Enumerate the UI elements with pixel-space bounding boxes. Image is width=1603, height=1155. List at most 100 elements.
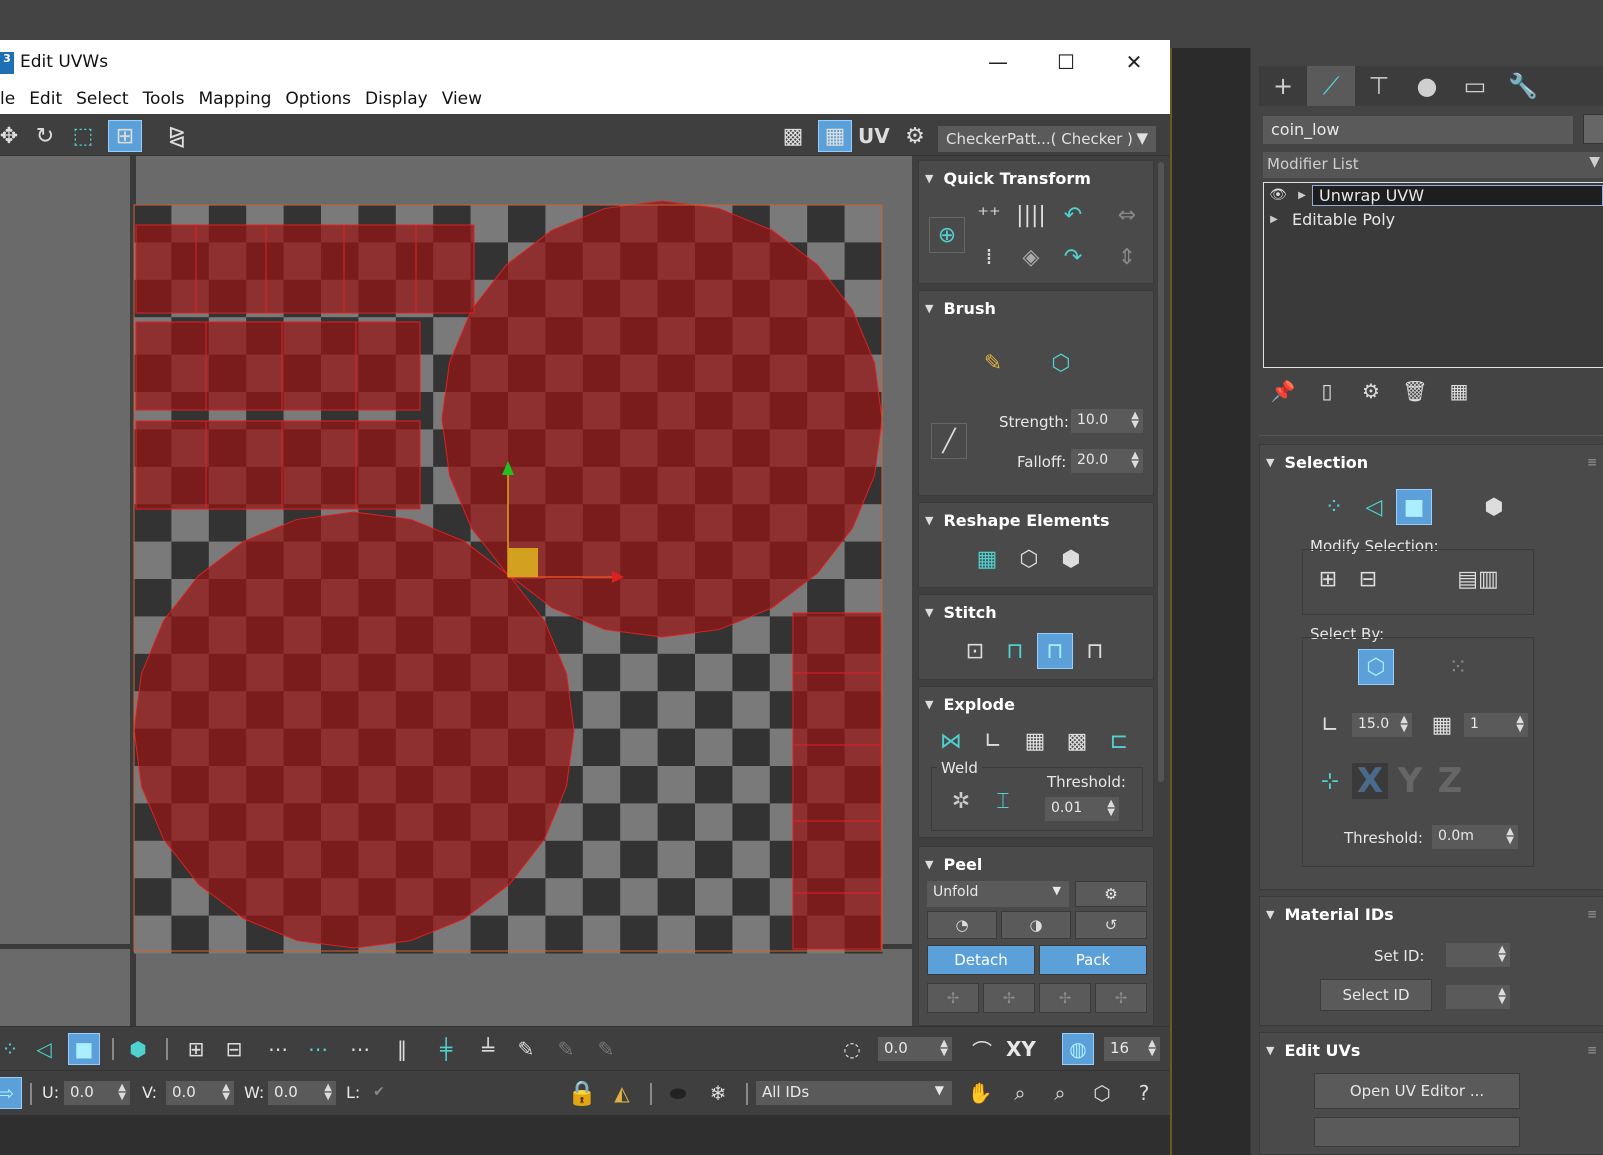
straighten-selection-icon[interactable]: ▦ (969, 541, 1005, 577)
stitch-custom-icon[interactable]: ⊡ (957, 633, 993, 669)
vertex-select-icon[interactable]: ⁘ (1316, 489, 1352, 525)
move-icon[interactable]: ✥ (0, 120, 26, 152)
paint-select-icon[interactable]: ✎ (510, 1033, 542, 1065)
relax-icon[interactable]: ⬡ (1011, 541, 1047, 577)
y-axis-button[interactable]: Y (1392, 761, 1428, 801)
uv-canvas-svg[interactable] (0, 156, 912, 1026)
spinner-arrows-icon[interactable]: ▲ ▼ (1400, 715, 1408, 734)
peel-mode-dropdown[interactable]: Unfold ▼ (927, 881, 1069, 907)
spinner-arrows-icon[interactable]: ▲ ▼ (1516, 715, 1524, 734)
z-axis-button[interactable]: Z (1432, 761, 1468, 801)
paint-move-icon[interactable]: ✎ (975, 345, 1011, 381)
face-mode-icon[interactable]: ■ (68, 1033, 100, 1065)
scale-icon[interactable]: ⬚ (66, 120, 100, 152)
absolute-mode-icon[interactable]: ⇨ (0, 1077, 22, 1109)
stitch-average-icon[interactable]: ⊓ (1037, 633, 1073, 669)
checker-settings-icon[interactable]: ⚙ (898, 120, 932, 152)
flatten-by-material-icon[interactable]: ▩ (1059, 723, 1095, 759)
close-icon[interactable]: ✕ (1114, 46, 1154, 78)
spinner-arrows-icon[interactable]: ▲ ▼ (1131, 451, 1139, 470)
checker-map-icon[interactable]: ▦ (818, 120, 852, 152)
shrink-icon[interactable]: ⊟ (218, 1033, 250, 1065)
spinner-arrows-icon[interactable]: ▲ ▼ (324, 1083, 332, 1102)
pan-icon[interactable]: ✋ (964, 1077, 996, 1109)
checker-pattern-dropdown[interactable]: CheckerPatt...( Checker ) ▼ (938, 126, 1156, 152)
auto-pin-icon[interactable]: ✢ (1039, 983, 1091, 1013)
loop-shrink-icon[interactable]: ⋯ (344, 1033, 376, 1065)
falloff-curve-icon[interactable]: ⌒ (966, 1033, 998, 1065)
rotate-cw-icon[interactable]: ↷ (1055, 239, 1091, 275)
peel-mode-icon[interactable]: ◑ (1001, 911, 1071, 939)
unpin-icon[interactable]: ✢ (983, 983, 1035, 1013)
spinner-arrows-icon[interactable]: ▲ ▼ (1148, 1039, 1156, 1058)
modify-tab-icon[interactable]: ⟋ (1307, 66, 1355, 106)
break-icon[interactable]: ⋈ (933, 723, 969, 759)
ring-icon[interactable]: ‖ (386, 1033, 418, 1065)
threshold-spinner[interactable]: 0.0m ▲ ▼ (1432, 825, 1518, 849)
maximize-icon[interactable]: ☐ (1046, 46, 1086, 78)
soft-select-icon[interactable]: ◌ (836, 1033, 868, 1065)
ring-loop-icon[interactable]: ▤▥ (1440, 561, 1516, 597)
display-tab-icon[interactable]: ▭ (1451, 66, 1499, 106)
make-unique-icon[interactable]: ⚙ (1353, 376, 1389, 406)
edit-uvs-secondary-button[interactable] (1314, 1117, 1520, 1147)
ids-dropdown[interactable]: All IDs ▼ (756, 1081, 952, 1105)
create-tab-icon[interactable]: + (1259, 66, 1307, 106)
spinner-arrows-icon[interactable]: ▲ ▼ (1498, 987, 1506, 1006)
spinner-arrows-icon[interactable]: ▲ ▼ (222, 1083, 230, 1102)
u-field[interactable]: 0.0 ▲ ▼ (64, 1081, 130, 1105)
peel-header[interactable]: ▼ Peel (919, 847, 1153, 881)
grow-selection-icon[interactable]: ⊞ (1310, 561, 1346, 597)
loop-icon[interactable]: ⋯ (262, 1033, 294, 1065)
zoom-region-icon[interactable]: ⌕ (1044, 1077, 1076, 1109)
modifier-list-dropdown[interactable]: Modifier List ▼ (1263, 152, 1603, 178)
count-spinner[interactable]: 1 ▲ ▼ (1464, 713, 1528, 737)
detach-edge-icon[interactable]: ⊏ (1101, 723, 1137, 759)
freeze-icon[interactable]: ❄ (702, 1077, 734, 1109)
spinner-arrows-icon[interactable]: ▲ ▼ (1506, 827, 1514, 846)
utilities-tab-icon[interactable]: 🔧 (1499, 66, 1547, 106)
peel-settings-icon[interactable]: ⚙ (1075, 881, 1147, 907)
show-end-result-icon[interactable]: ▯ (1309, 376, 1345, 406)
expand-arrow-icon[interactable]: ▶ (1264, 214, 1284, 225)
select-by-element-icon[interactable]: ⬡ (1358, 649, 1394, 685)
w-field[interactable]: 0.0 ▲ ▼ (268, 1081, 336, 1105)
object-color-swatch[interactable] (1583, 114, 1603, 144)
rotate-ccw-icon[interactable]: ↶ (1055, 197, 1091, 233)
brush-header[interactable]: ▼ Brush (919, 291, 1153, 325)
straighten-icon[interactable]: ◈ (1013, 239, 1049, 275)
set-id-spinner[interactable]: ▲ ▼ (1446, 943, 1510, 967)
pack-button[interactable]: Pack (1039, 945, 1147, 975)
zoom-icon[interactable]: ⌕ (1004, 1077, 1036, 1109)
motion-tab-icon[interactable]: ● (1403, 66, 1451, 106)
element-mode-icon[interactable]: ⬢ (122, 1033, 154, 1065)
quick-transform-header[interactable]: ▼ Quick Transform (919, 161, 1153, 195)
mirror-icon[interactable]: ⧎ (160, 120, 194, 152)
select-id-spinner[interactable]: ▲ ▼ (1446, 985, 1510, 1009)
space-vertical-icon[interactable]: ⇕ (1109, 239, 1145, 275)
edge-select-icon[interactable]: ◁ (1356, 489, 1392, 525)
relax-brush-icon[interactable]: ⬡ (1043, 345, 1079, 381)
vertex-mode-icon[interactable]: ⁘ (0, 1033, 26, 1065)
freeform-icon[interactable]: ⊞ (108, 120, 142, 152)
menu-file[interactable]: le (0, 84, 21, 114)
lock-checkbox-icon[interactable]: ✔ (366, 1079, 392, 1105)
remove-modifier-icon[interactable]: 🗑 (1397, 376, 1433, 406)
set-pivot-icon[interactable]: ⊕ (929, 217, 965, 253)
v-field[interactable]: 0.0 ▲ ▼ (166, 1081, 234, 1105)
checker-show-icon[interactable]: ▩ (776, 120, 810, 152)
spinner-arrows-icon[interactable]: ▲ ▼ (940, 1039, 948, 1058)
isolate-icon[interactable]: ⬬ (662, 1077, 694, 1109)
snap-toggle-icon[interactable]: ? (1128, 1077, 1160, 1109)
open-uv-editor-button[interactable]: Open UV Editor ... (1314, 1073, 1520, 1109)
paint-shrink-icon[interactable]: ✎ (590, 1033, 622, 1065)
ring-grow-icon[interactable]: ╪ (430, 1033, 462, 1065)
menu-options[interactable]: Options (277, 84, 357, 114)
zoom-extents-icon[interactable]: ⬡ (1086, 1077, 1118, 1109)
spinner-arrows-icon[interactable]: ▲ ▼ (1107, 799, 1115, 818)
object-name-field[interactable]: coin_low (1263, 116, 1573, 144)
menu-select[interactable]: Select (68, 84, 134, 114)
space-horizontal-icon[interactable]: ⇔ (1109, 197, 1145, 233)
menu-view[interactable]: View (434, 84, 488, 114)
select-by-polygon-icon[interactable]: ⁙ (1440, 649, 1476, 685)
